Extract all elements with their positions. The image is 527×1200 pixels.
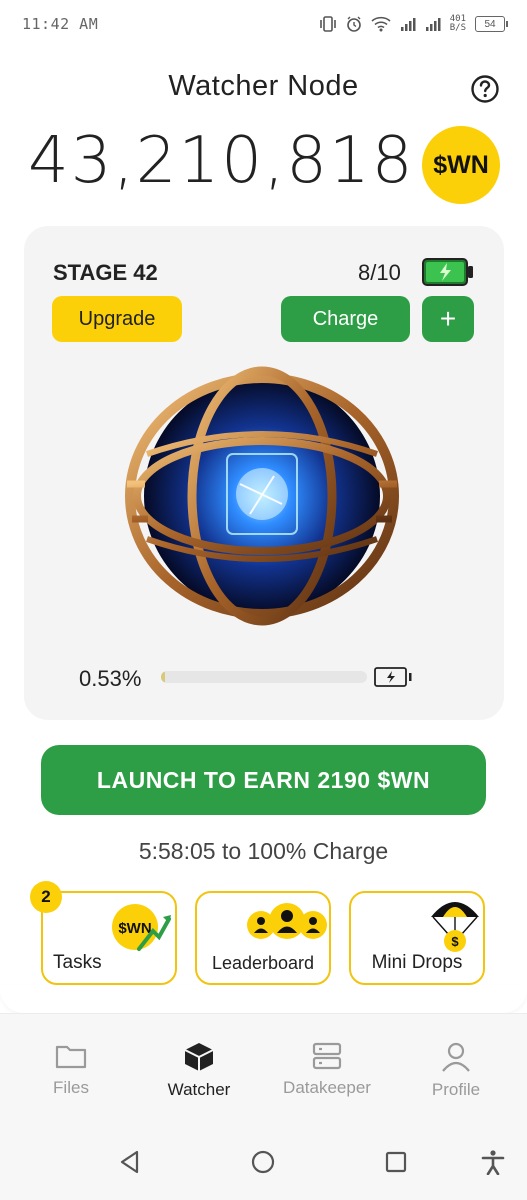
folder-icon bbox=[55, 1045, 87, 1069]
users-group-icon bbox=[247, 903, 327, 939]
signal-icon bbox=[400, 18, 416, 31]
nav-item-datakeeper[interactable]: Datakeeper bbox=[267, 1042, 387, 1098]
add-charge-button[interactable]: + bbox=[422, 296, 474, 342]
home-icon[interactable] bbox=[250, 1149, 276, 1175]
battery-charged-icon bbox=[422, 258, 473, 286]
page-title: Watcher Node bbox=[168, 70, 359, 102]
battery-icon: 54 bbox=[475, 16, 508, 32]
vibrate-icon bbox=[319, 16, 336, 32]
nav-label-profile: Profile bbox=[431, 1080, 481, 1099]
nav-label-datakeeper: Datakeeper bbox=[283, 1078, 371, 1097]
drops-coin-text: $ bbox=[451, 934, 459, 949]
cube-icon bbox=[184, 1043, 214, 1071]
user-icon bbox=[442, 1042, 470, 1072]
token-balance: 43,210,818 bbox=[28, 124, 415, 198]
status-icons: 401 B/S 54 bbox=[319, 15, 508, 33]
header: Watcher Node bbox=[0, 66, 527, 112]
mini-drops-card[interactable]: $ Mini Drops bbox=[349, 891, 485, 985]
leaderboard-label: Leaderboard bbox=[211, 953, 315, 973]
server-icon bbox=[312, 1042, 342, 1070]
charge-button[interactable]: Charge bbox=[281, 296, 410, 342]
tasks-coin-text: $WN bbox=[118, 920, 151, 937]
network-speed: 401 B/S bbox=[450, 15, 466, 33]
alarm-icon bbox=[346, 16, 361, 32]
tasks-card[interactable]: $WN Tasks bbox=[41, 891, 177, 985]
battery-charging-icon bbox=[374, 667, 412, 687]
help-icon[interactable] bbox=[470, 74, 500, 104]
charge-progress-bar bbox=[161, 671, 367, 683]
signal-icon-2 bbox=[425, 18, 441, 31]
wn-coin-growth-icon: $WN bbox=[112, 904, 171, 951]
network-speed-unit: B/S bbox=[449, 23, 466, 33]
leaderboard-card[interactable]: Leaderboard bbox=[195, 891, 331, 985]
status-bar: 11:42 AM 401 B/S 54 bbox=[0, 0, 527, 48]
charge-progress-percent: 0.53% bbox=[79, 666, 142, 691]
battery-level: 54 bbox=[484, 18, 496, 30]
accessibility-icon[interactable] bbox=[480, 1149, 506, 1175]
parachute-coin-icon: $ bbox=[431, 902, 479, 952]
wifi-icon bbox=[371, 16, 391, 32]
mini-drops-label: Mini Drops bbox=[371, 952, 463, 973]
recents-icon[interactable] bbox=[383, 1149, 409, 1175]
stage-label: STAGE 42 bbox=[53, 260, 158, 285]
nav-label-files: Files bbox=[53, 1078, 89, 1097]
coin-logo-text: $WN bbox=[433, 150, 489, 179]
status-time: 11:42 AM bbox=[22, 15, 99, 33]
nav-item-files[interactable]: Files bbox=[11, 1042, 131, 1098]
watcher-node-orb-image bbox=[125, 366, 399, 626]
wn-coin-icon: $WN bbox=[422, 126, 500, 204]
stage-card: STAGE 42 8/10 Upgrade Charge + 0.53% bbox=[24, 226, 504, 720]
bottom-nav: Files Watcher Datakeeper Profile bbox=[0, 1013, 527, 1121]
tasks-label: Tasks bbox=[53, 952, 102, 973]
nav-label-watcher: Watcher bbox=[167, 1080, 231, 1099]
nav-item-profile[interactable]: Profile bbox=[396, 1042, 516, 1100]
balance-row: 43,210,818 $WN bbox=[0, 122, 527, 208]
back-icon[interactable] bbox=[117, 1149, 143, 1175]
launch-to-earn-button[interactable]: LAUNCH TO EARN 2190 $WN bbox=[41, 745, 486, 815]
charge-progress-fill bbox=[161, 671, 166, 683]
nav-item-watcher[interactable]: Watcher bbox=[139, 1042, 259, 1100]
content-sheet-edge bbox=[0, 985, 527, 1013]
system-nav-bar bbox=[0, 1121, 527, 1200]
tasks-count-badge: 2 bbox=[30, 881, 62, 913]
upgrade-button[interactable]: Upgrade bbox=[52, 296, 182, 342]
charges-count: 8/10 bbox=[358, 260, 401, 285]
charge-timer: 5:58:05 to 100% Charge bbox=[138, 838, 389, 864]
